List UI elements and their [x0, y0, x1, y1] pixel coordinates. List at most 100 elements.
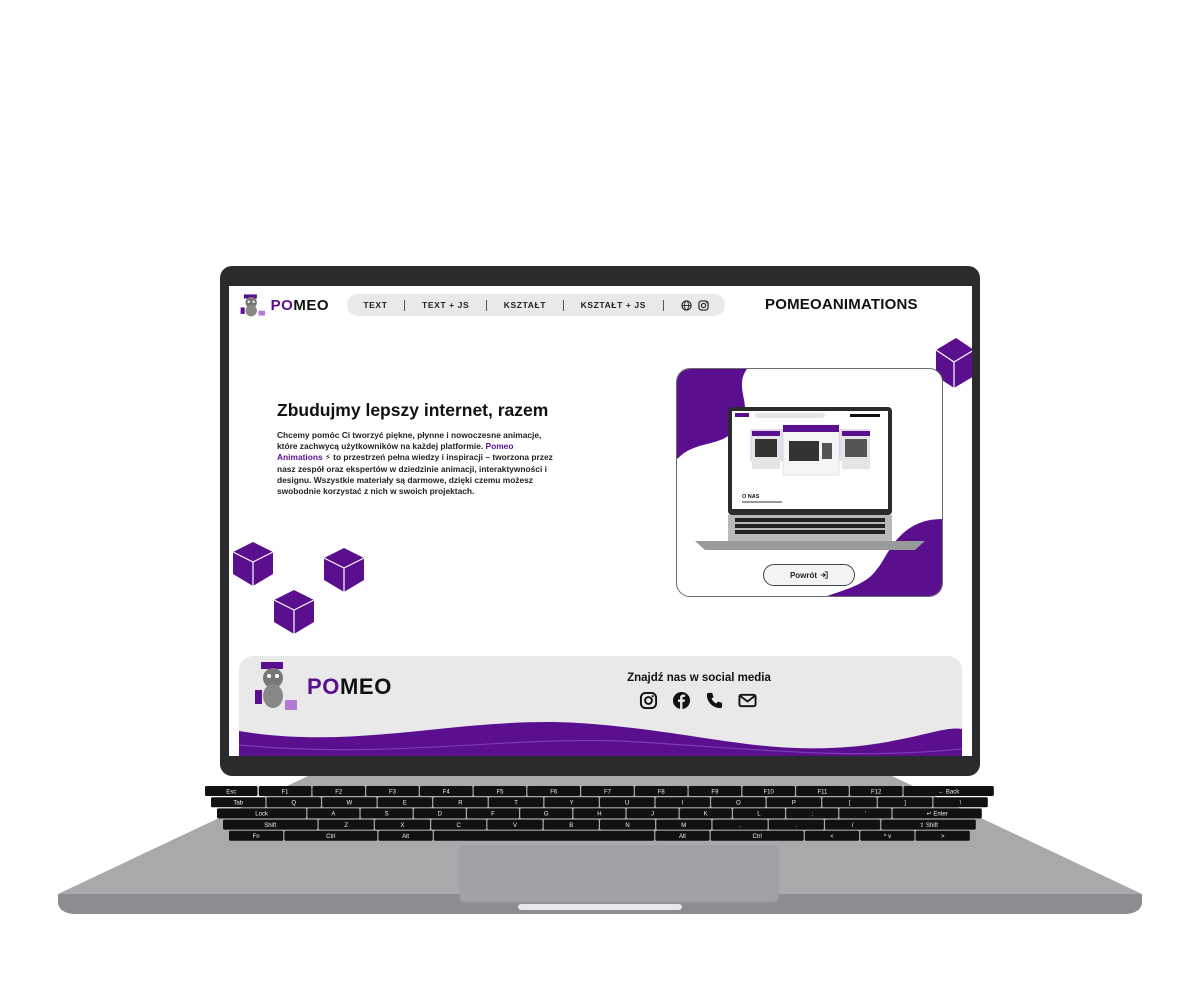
keyboard-key: L — [732, 808, 785, 819]
keyboard-keys: Esc F1 F2 F3 F4 F5 F6 F7 F8 F9 F10 F11 F12 ← Back Tab Q… — [205, 786, 994, 841]
keyboard-key: Tab — [211, 797, 266, 808]
keyboard-key-label: W — [346, 801, 352, 807]
nav-icon-group — [680, 299, 709, 311]
keyboard-key-label: ⇧ Shift — [919, 822, 938, 829]
keyboard-key: F — [467, 808, 520, 819]
keyboard-key-label: F11 — [817, 789, 828, 795]
cube-icon — [232, 542, 274, 586]
keyboard-key-label: < — [830, 834, 834, 840]
nav-divider — [662, 299, 664, 311]
keyboard-key-label: R — [458, 801, 463, 807]
cube-icon — [323, 548, 365, 592]
keyboard-key-label: F12 — [871, 789, 882, 795]
keyboard-key: D — [413, 808, 466, 819]
keyboard-key: F11 — [796, 786, 849, 796]
keyboard-key-label: A — [331, 812, 335, 818]
instagram-icon[interactable] — [639, 691, 658, 710]
keyboard-key: , — [712, 819, 768, 830]
mail-icon[interactable] — [738, 691, 757, 710]
keyboard-key: F9 — [688, 786, 742, 796]
nav-item-text-js[interactable]: TEXT + JS — [422, 300, 469, 310]
keyboard-key: Q — [266, 797, 321, 808]
keyboard-key: ' — [839, 808, 892, 819]
keyboard-key-label: O — [736, 801, 741, 807]
keyboard-key: . — [768, 819, 824, 830]
nav-item-ksztalt[interactable]: KSZTAŁT — [504, 300, 546, 310]
nav-divider — [486, 299, 488, 311]
keyboard-key-label: V — [513, 823, 517, 829]
keyboard-key-label: F1 — [282, 789, 290, 795]
keyboard-key: G — [520, 808, 573, 819]
keyboard-key: F4 — [419, 786, 473, 796]
laptop-preview-image: O NAS — [695, 407, 925, 550]
keyboard-key: [ — [822, 797, 877, 808]
keyboard-key: N — [600, 819, 656, 830]
keyboard-key: A — [307, 808, 360, 819]
keyboard-key: I — [655, 797, 710, 808]
keyboard-key-label: S — [385, 812, 389, 818]
keyboard-key-label: F — [491, 812, 495, 818]
keyboard-key-label: H — [597, 812, 601, 818]
keyboard-key: ^ v — [860, 830, 915, 841]
keyboard-key: Y — [544, 797, 599, 808]
keyboard-key: ↵ Enter — [892, 808, 982, 819]
header-logo-text: POMEO — [270, 296, 329, 314]
keyboard-key: Ctrl — [284, 830, 378, 841]
showcase-card: O NAS Powrót — [676, 368, 943, 597]
keyboard-key: ⇧ Shift — [881, 819, 976, 830]
keyboard-key-label: ' — [865, 812, 866, 818]
social-media-title: Znajdź nas w social media — [627, 672, 771, 684]
sign-in-icon — [820, 571, 828, 579]
keyboard-key: / — [825, 819, 881, 830]
keyboard-key: Alt — [378, 830, 433, 841]
social-icons — [639, 691, 757, 710]
keyboard-key-label: Esc — [226, 789, 236, 795]
footer-wave — [239, 722, 962, 756]
keyboard-key-label: D — [438, 812, 443, 818]
facebook-icon[interactable] — [672, 691, 691, 710]
hero-title: Zbudujmy lepszy internet, razem — [277, 400, 549, 420]
brand-name[interactable]: POMEOANIMATIONS — [765, 296, 918, 313]
keyboard-key: J — [626, 808, 679, 819]
keyboard-key-label: J — [651, 812, 654, 818]
footer-logo[interactable]: POMEO — [251, 660, 392, 714]
preview-heading: O NAS — [742, 494, 760, 500]
keyboard-key-label: Fn — [253, 834, 260, 840]
phone-icon[interactable] — [705, 691, 724, 710]
keyboard-key: V — [487, 819, 543, 830]
keyboard-key-label: Ctrl — [753, 834, 762, 840]
mascot-icon — [240, 294, 266, 317]
keyboard-key-label: U — [625, 801, 629, 807]
keyboard-key-label: F6 — [550, 789, 558, 795]
keyboard-key: S — [360, 808, 413, 819]
keyboard-key-label: Y — [570, 801, 574, 807]
keyboard-key-label: Z — [344, 823, 348, 829]
keyboard-key: ← Back — [903, 786, 994, 796]
instagram-icon[interactable] — [697, 299, 709, 311]
nav-item-ksztalt-js[interactable]: KSZTAŁT + JS — [581, 300, 646, 310]
sparkle-icon: ⚡︎ — [322, 452, 331, 463]
keyboard-key: Fn — [229, 830, 284, 841]
back-button[interactable]: Powrót — [763, 564, 855, 586]
keyboard-key: Shift — [223, 819, 318, 830]
keyboard-key-label: ← Back — [938, 789, 960, 795]
globe-icon[interactable] — [680, 299, 692, 311]
keyboard-key: O — [711, 797, 766, 808]
keyboard-key-label: Lock — [255, 812, 269, 818]
keyboard-key-label: Q — [291, 801, 296, 807]
keyboard-key-label: T — [514, 801, 518, 807]
keyboard-key-label: P — [792, 801, 796, 807]
header-logo[interactable]: POMEO — [239, 290, 329, 320]
keyboard-key: F8 — [634, 786, 688, 796]
keyboard-key: F5 — [473, 786, 527, 796]
nav-item-text[interactable]: TEXT — [363, 300, 387, 310]
keyboard-key: H — [573, 808, 626, 819]
keyboard-key: Ctrl — [710, 830, 804, 841]
nav-divider — [562, 299, 564, 311]
preview-keyboard — [735, 518, 885, 534]
keyboard-key-label: B — [569, 823, 573, 829]
keyboard-key-label: N — [625, 823, 629, 829]
keyboard-key: W — [322, 797, 377, 808]
keyboard-key-label: K — [704, 812, 708, 818]
footer: POMEO Znajdź nas w social media — [239, 656, 962, 756]
